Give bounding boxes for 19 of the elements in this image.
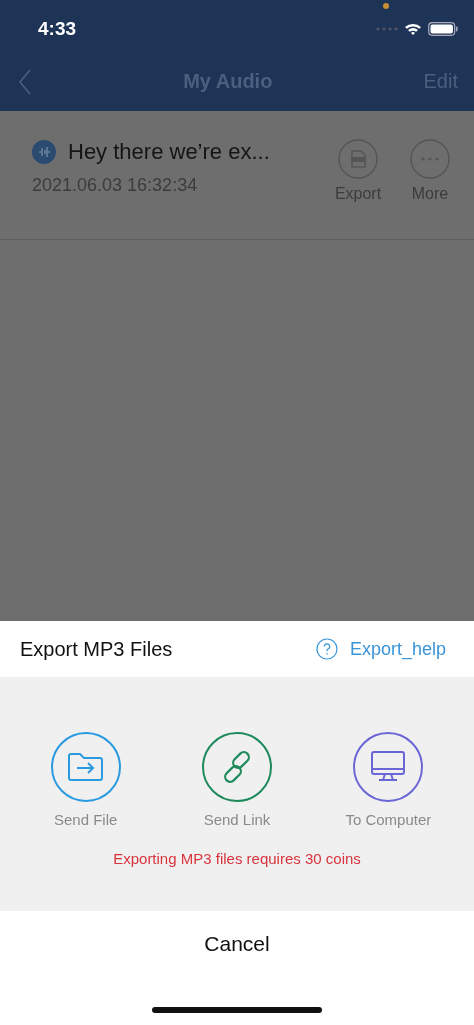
recording-dot-icon	[383, 3, 389, 9]
help-link[interactable]: Export_help	[315, 638, 446, 660]
back-icon	[18, 68, 32, 95]
cancel-button[interactable]: Cancel	[184, 911, 290, 977]
export-option[interactable]: To Computer	[318, 731, 459, 828]
status-time: 4:33	[38, 18, 77, 40]
sheet-title: Export MP3 Files	[20, 637, 173, 661]
document-icon	[338, 139, 378, 179]
battery-icon	[428, 22, 458, 36]
help-icon	[315, 638, 338, 660]
more-icon	[410, 139, 450, 179]
export-option[interactable]: Send File	[15, 731, 156, 828]
export-option[interactable]: Send Link	[167, 731, 307, 828]
wifi-icon	[404, 22, 422, 36]
audio-avatar-icon	[32, 140, 56, 164]
recording-title[interactable]: Hey there we’re ex...	[68, 139, 270, 165]
back-button[interactable]	[18, 68, 32, 95]
signal-icon	[376, 27, 398, 31]
coin-notice: Exporting MP3 files requires 30 coins	[113, 850, 361, 867]
